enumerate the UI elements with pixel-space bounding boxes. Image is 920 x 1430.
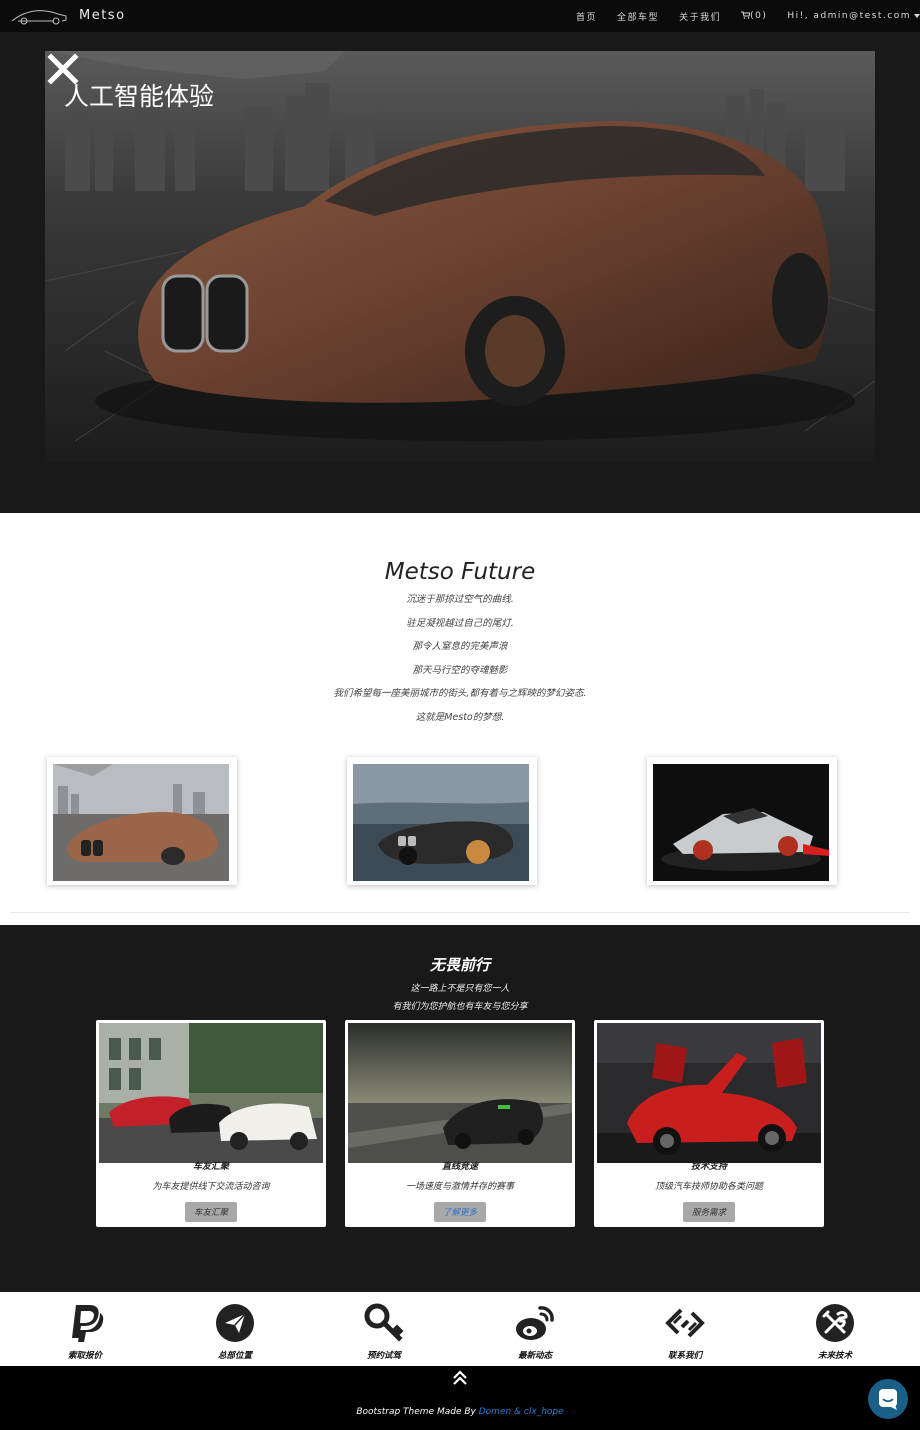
card-desc: 一场速度与激情并存的赛事 <box>405 1182 514 1192</box>
card-title: 技术支持 <box>690 1162 727 1172</box>
chevron-up-icon[interactable] <box>452 1370 468 1386</box>
user-greeting: Hi!, admin@test.com <box>787 11 911 21</box>
future-text: 沉迷于那掠过空气的曲线. 驻足凝视越过自己的尾灯. 那令人窒息的完美声浪 那天马… <box>0 594 920 736</box>
service-future-tech[interactable]: 未来技术 <box>785 1302 885 1361</box>
supercar-thumbnail <box>653 764 829 881</box>
credit-authors-link[interactable]: Domen & clx_hope <box>479 1407 564 1417</box>
future-line: 沉迷于那掠过空气的曲线. <box>406 594 514 605</box>
weibo-icon <box>516 1306 554 1340</box>
key-icon <box>364 1303 404 1342</box>
service-quote[interactable]: 索取报价 <box>35 1302 135 1361</box>
card-title: 车友汇聚 <box>192 1162 229 1172</box>
race-car-image <box>348 1023 572 1163</box>
roadster-thumbnail <box>353 764 529 881</box>
service-news[interactable]: 最新动态 <box>485 1302 585 1361</box>
services-bar: 索取报价 总部位置 预约试驾 最新动态 联系我们 未来技术 <box>0 1292 920 1366</box>
future-line: 这就是Mesto的梦想. <box>415 711 505 723</box>
service-label: 索取报价 <box>67 1351 102 1361</box>
future-line: 那令人窒息的完美声浪 <box>412 641 508 653</box>
nav-about[interactable]: 关于我们 <box>679 10 721 23</box>
chat-button[interactable] <box>868 1379 908 1419</box>
community-section: 无畏前行 这一路上不是只有您一人 有我们为您护航也有车友与您分享 车友汇聚 为车… <box>0 925 920 1292</box>
section-title: 无畏前行 <box>429 956 490 974</box>
card-desc: 为车友提供线下交流活动咨询 <box>152 1182 270 1192</box>
service-request-button[interactable]: 服务需求 <box>683 1202 735 1222</box>
club-button[interactable]: 车友汇聚 <box>185 1202 237 1222</box>
card-desc: 顶级汽车技师协助各类问题 <box>654 1182 763 1192</box>
section-subtitle: 有我们为您护航也有车友与您分享 <box>392 1002 528 1012</box>
club-cars-image <box>99 1023 323 1163</box>
card-title: 直线竞速 <box>441 1162 478 1172</box>
service-label: 联系我们 <box>667 1351 702 1361</box>
cart-icon <box>741 11 751 19</box>
hero-title: 人工智能体验 <box>64 82 215 111</box>
chevron-down-icon <box>914 13 920 18</box>
card-tech: 技术支持 顶级汽车技师协助各类问题 服务需求 <box>594 1020 824 1227</box>
hero-section: 人工智能体验 <box>0 32 920 513</box>
brand-name[interactable]: Metso <box>79 8 126 23</box>
nav-links: 首页 全部车型 关于我们 (0) Hi!, admin@test.com <box>576 0 920 32</box>
nav-home[interactable]: 首页 <box>576 10 597 23</box>
future-section: Metso Future 沉迷于那掠过空气的曲线. 驻足凝视越过自己的尾灯. 那… <box>0 513 920 925</box>
service-test-drive[interactable]: 预约试驾 <box>334 1302 434 1361</box>
future-line: 驻足凝视越过自己的尾灯. <box>406 617 514 629</box>
learn-more-button[interactable]: 了解更多 <box>434 1202 486 1222</box>
tools-icon <box>816 1304 854 1342</box>
section-title: Metso Future <box>384 559 536 585</box>
tech-support-image <box>597 1023 821 1163</box>
divider <box>10 912 910 913</box>
paypal-icon <box>72 1305 104 1342</box>
car-logo-icon[interactable] <box>10 6 68 26</box>
chat-icon <box>879 1389 897 1410</box>
location-arrow-icon <box>216 1304 254 1342</box>
service-label: 未来技术 <box>817 1351 852 1361</box>
hero-banner: 人工智能体验 <box>45 51 875 462</box>
close-icon[interactable] <box>45 51 81 87</box>
service-contact[interactable]: 联系我们 <box>635 1302 735 1361</box>
footer-credit: Bootstrap Theme Made By Domen & clx_hope <box>0 1407 920 1417</box>
card-club: 车友汇聚 为车友提供线下交流活动咨询 车友汇聚 <box>96 1020 326 1227</box>
service-label: 最新动态 <box>517 1351 552 1361</box>
link-icon <box>665 1308 705 1338</box>
nav-cart[interactable]: (0) <box>741 11 767 21</box>
nav-user-menu[interactable]: Hi!, admin@test.com <box>787 11 920 21</box>
concept-car-thumbnail <box>53 764 229 881</box>
service-location[interactable]: 总部位置 <box>185 1302 285 1361</box>
thumbnail-3[interactable] <box>647 757 837 885</box>
footer: Bootstrap Theme Made By Domen & clx_hope <box>0 1366 920 1430</box>
card-race: 直线竞速 一场速度与激情并存的赛事 了解更多 <box>345 1020 575 1227</box>
thumbnail-1[interactable] <box>47 757 237 885</box>
future-line: 那天马行空的夺魂魅影 <box>412 664 508 676</box>
nav-all-models[interactable]: 全部车型 <box>617 10 659 23</box>
section-subtitle: 这一路上不是只有您一人 <box>410 984 510 994</box>
thumbnail-2[interactable] <box>347 757 537 885</box>
credit-text: Bootstrap Theme Made By <box>356 1407 476 1417</box>
cart-count: (0) <box>750 11 768 21</box>
service-label: 总部位置 <box>217 1351 252 1361</box>
service-label: 预约试驾 <box>366 1351 401 1361</box>
future-line: 我们希望每一座美丽城市的街头,都有着与之辉映的梦幻姿态. <box>333 688 587 700</box>
navbar: Metso 首页 全部车型 关于我们 (0) Hi!, admin@test.c… <box>0 0 920 32</box>
